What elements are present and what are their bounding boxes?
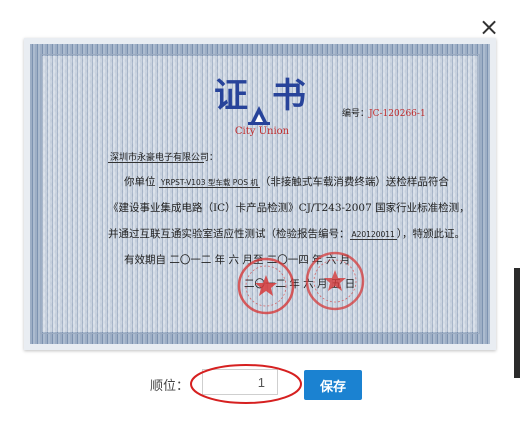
city-union-logo-icon (248, 106, 270, 125)
line1-prefix: 你单位 (124, 176, 156, 188)
report-number: A20120011 (349, 230, 397, 240)
highlight-ellipse (190, 364, 302, 404)
certificate-line-1: 你单位 YRPST-V103 型车载 POS 机（非接触式车载消费终端）送检样品… (124, 174, 449, 189)
line3-suffix: ），特颁此证。 (396, 228, 466, 240)
certificate-number: 编号：JC-120266-1 (342, 106, 426, 119)
certificate-number-label: 编号： (342, 109, 370, 119)
save-button[interactable]: 保存 (304, 370, 362, 400)
order-label: 顺位： (150, 378, 190, 393)
line3-prefix: 并通过互联互通实验室适应性测试（检验报告编号： (108, 228, 350, 240)
logo-text: City Union (234, 126, 290, 137)
certificate-line-3: 并通过互联互通实验室适应性测试（检验报告编号： A20120011 ），特颁此证。 (108, 226, 465, 241)
certificate-content: 证书 City Union 编号：JC-120266-1 深圳市永豪电子有限公司… (24, 38, 496, 350)
certificate-line-2: 《建设事业集成电路（IC）卡产品检测》CJ/T243-2007 国家行业标准检测… (108, 202, 470, 214)
red-seal-right-icon (305, 251, 365, 311)
red-seal-left-icon (237, 257, 295, 315)
company-underline (108, 162, 204, 163)
certificate-number-value: JC-120266-1 (369, 109, 426, 119)
close-icon[interactable]: × (476, 14, 502, 40)
product-model: YRPST-V103 型车载 POS 机 (158, 178, 260, 188)
line1-suffix: （非接触式车载消费终端）送检样品符合 (259, 176, 449, 188)
backdrop-edge (514, 268, 520, 378)
certificate-image: 证书 City Union 编号：JC-120266-1 深圳市永豪电子有限公司… (24, 38, 496, 350)
